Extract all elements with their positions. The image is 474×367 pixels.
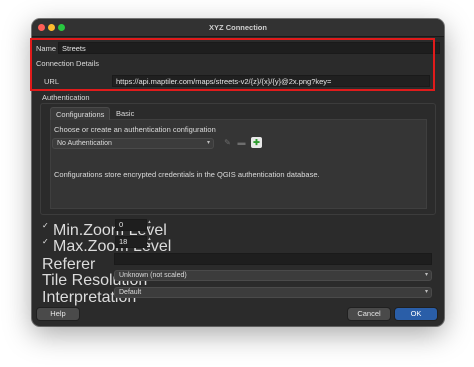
chevron-down-icon: ▾ xyxy=(424,272,428,278)
highlight-annotation xyxy=(30,38,435,91)
ok-button[interactable]: OK xyxy=(395,308,437,320)
remove-config-icon[interactable]: ▬ xyxy=(236,137,247,148)
interpretation-select[interactable]: Default ▾ xyxy=(114,287,432,298)
auth-config-select[interactable]: No Authentication ▾ xyxy=(52,138,214,149)
max-zoom-checkbox[interactable]: ✓ xyxy=(42,238,50,246)
chevron-down-icon: ▾ xyxy=(206,140,210,146)
tile-resolution-selected: Unknown (not scaled) xyxy=(119,272,187,279)
interpretation-selected: Default xyxy=(119,289,142,296)
referer-input[interactable] xyxy=(114,253,432,265)
max-zoom-stepper[interactable]: ▲ ▼ xyxy=(146,236,153,248)
help-button[interactable]: Help xyxy=(37,308,79,320)
min-zoom-checkbox[interactable]: ✓ xyxy=(42,222,50,230)
edit-config-icon[interactable]: ✎ xyxy=(222,137,233,148)
min-zoom-spinbox[interactable]: 0 xyxy=(115,219,147,231)
title-bar: XYZ Connection xyxy=(32,19,444,37)
chevron-down-icon: ▾ xyxy=(424,289,428,295)
authentication-label: Authentication xyxy=(42,93,90,102)
tile-resolution-select[interactable]: Unknown (not scaled) ▾ xyxy=(114,270,432,281)
tab-configurations[interactable]: Configurations xyxy=(50,107,111,120)
cancel-button[interactable]: Cancel xyxy=(348,308,390,320)
max-zoom-spinbox[interactable]: 18 xyxy=(115,236,147,248)
window-title: XYZ Connection xyxy=(209,23,267,32)
auth-info-text: Configurations store encrypted credentia… xyxy=(54,170,320,179)
add-config-icon[interactable]: ✚ xyxy=(251,137,262,148)
tab-basic[interactable]: Basic xyxy=(111,107,139,120)
min-zoom-stepper[interactable]: ▲ ▼ xyxy=(146,219,153,231)
choose-config-text: Choose or create an authentication confi… xyxy=(54,125,216,134)
auth-config-selected: No Authentication xyxy=(57,140,112,147)
